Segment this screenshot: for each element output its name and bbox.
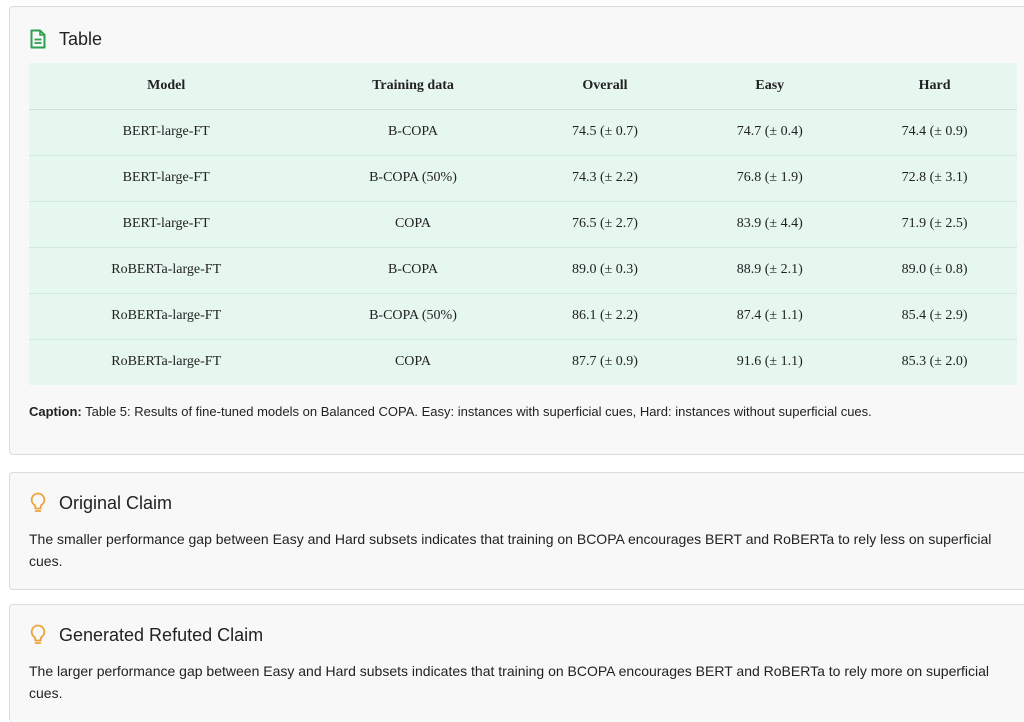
cell-overall: 89.0 (± 0.3) [522, 247, 688, 294]
refuted-claim-header: Generated Refuted Claim [27, 623, 263, 647]
original-claim-text: The smaller performance gap between Easy… [29, 531, 992, 569]
table-card: Table Model Training data Overall Easy H… [9, 6, 1024, 455]
lightbulb-icon [27, 624, 49, 646]
cell-easy: 87.4 (± 1.1) [687, 293, 853, 340]
caption-text: Table 5: Results of fine-tuned models on… [85, 404, 872, 419]
column-header-hard: Hard [852, 63, 1017, 110]
table-header-row: Model Training data Overall Easy Hard [29, 63, 1017, 110]
cell-model: BERT-large-FT [29, 155, 304, 202]
cell-overall: 76.5 (± 2.7) [522, 201, 688, 248]
column-header-easy: Easy [687, 63, 853, 110]
cell-hard: 85.4 (± 2.9) [852, 293, 1017, 340]
cell-hard: 71.9 (± 2.5) [852, 201, 1017, 248]
original-claim-card: Original Claim The smaller performance g… [9, 472, 1024, 590]
cell-model: BERT-large-FT [29, 201, 304, 248]
cell-overall: 87.7 (± 0.9) [571, 354, 638, 370]
table-card-header: Table [27, 27, 102, 51]
cell-hard: 72.8 (± 3.1) [852, 155, 1017, 202]
cell-training-data: B-COPA (50%) [303, 155, 523, 202]
table-row: BERT-large-FT B-COPA 74.5 (± 0.7) 74.7 (… [29, 109, 1017, 156]
cell-hard: 74.4 (± 0.9) [852, 109, 1017, 156]
cell-hard: 89.0 (± 0.8) [852, 247, 1017, 294]
cell-training-data: COPA [394, 354, 431, 370]
cell-easy: 91.6 (± 1.1) [736, 354, 803, 370]
cell-overall: 74.3 (± 2.2) [522, 155, 688, 202]
cell-training-data: B-COPA [303, 247, 523, 294]
cell-model: RoBERTa-large-FT [111, 354, 222, 370]
refuted-claim-text: The larger performance gap between Easy … [29, 663, 990, 701]
table-row: RoBERTa-large-FT COPA 87.7 (± 0.9) 91.6 … [29, 339, 1017, 385]
cell-easy: 76.8 (± 1.9) [687, 155, 853, 202]
refuted-claim-title: Generated Refuted Claim [59, 624, 264, 645]
cell-hard: 85.3 (± 2.0) [901, 354, 968, 370]
table-caption: Caption: Table 5: Results of fine-tuned … [29, 404, 872, 419]
table-row: BERT-large-FT B-COPA (50%) 74.3 (± 2.2) … [29, 155, 1017, 202]
original-claim-header: Original Claim [27, 491, 172, 515]
column-header-model: Model [29, 63, 304, 110]
lightbulb-icon [27, 492, 49, 514]
original-claim-title: Original Claim [59, 492, 173, 513]
caption-label: Caption: [29, 404, 82, 419]
column-header-training-data: Training data [303, 63, 523, 110]
column-header-overall: Overall [522, 63, 688, 110]
table-row: BERT-large-FT COPA 76.5 (± 2.7) 83.9 (± … [29, 201, 1017, 248]
cell-easy: 74.7 (± 0.4) [687, 109, 853, 156]
cell-model: RoBERTa-large-FT [29, 247, 304, 294]
table-row: RoBERTa-large-FT B-COPA 89.0 (± 0.3) 88.… [29, 247, 1017, 294]
document-icon [27, 28, 49, 50]
results-table-container: Model Training data Overall Easy Hard BE… [29, 63, 1017, 385]
cell-model: BERT-large-FT [29, 109, 304, 156]
cell-overall: 74.5 (± 0.7) [522, 109, 688, 156]
results-table: Model Training data Overall Easy Hard BE… [29, 63, 1017, 385]
table-title: Table [59, 28, 103, 49]
cell-model: RoBERTa-large-FT [29, 293, 304, 340]
cell-training-data: B-COPA (50%) [303, 293, 523, 340]
cell-overall: 86.1 (± 2.2) [522, 293, 688, 340]
refuted-claim-card: Generated Refuted Claim The larger perfo… [9, 604, 1024, 722]
cell-training-data: COPA [303, 201, 523, 248]
cell-easy: 88.9 (± 2.1) [687, 247, 853, 294]
cell-easy: 83.9 (± 4.4) [687, 201, 853, 248]
table-row: RoBERTa-large-FT B-COPA (50%) 86.1 (± 2.… [29, 293, 1017, 340]
cell-training-data: B-COPA [303, 109, 523, 156]
